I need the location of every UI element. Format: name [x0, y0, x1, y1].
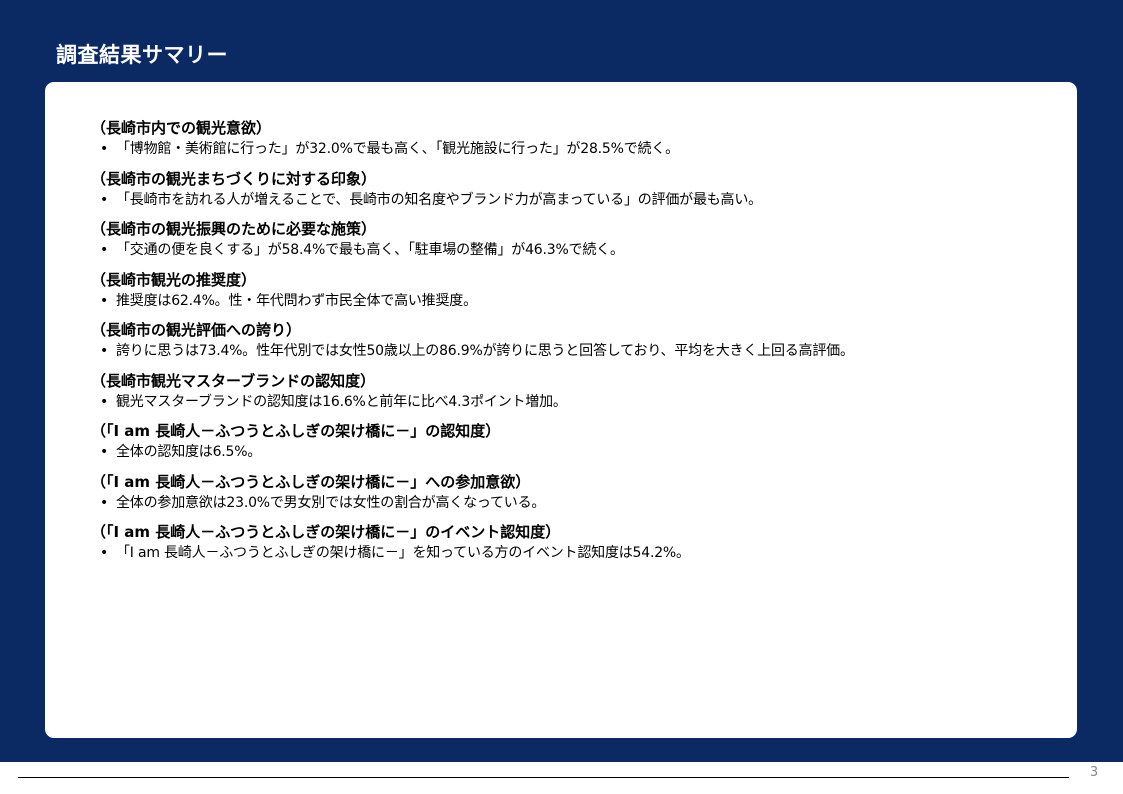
section-bullet: • 推奨度は62.4%。性・年代問わず市民全体で高い推奨度。: [91, 291, 1051, 311]
section-heading: （「I am 長崎人－ふつうとふしぎの架け橋に－」への参加意欲）: [91, 472, 531, 491]
summary-section-list: （長崎市内での観光意欲） • 「博物館・美術館に行った」が32.0%で最も高く、「…: [91, 117, 1051, 572]
section-bullet-text: 観光マスターブランドの認知度は16.6%と前年に比べ4.3ポイント増加。: [116, 393, 567, 410]
bullet-icon: •: [100, 494, 109, 511]
summary-section: （「I am 長崎人－ふつうとふしぎの架け橋に－」のイベント認知度） • 「I a…: [91, 521, 1051, 572]
section-bullet-text: 全体の認知度は6.5%。: [116, 444, 262, 460]
section-heading: （長崎市の観光振興のために必要な施策）: [91, 220, 377, 238]
summary-panel: （長崎市内での観光意欲） • 「博物館・美術館に行った」が32.0%で最も高く、「…: [45, 82, 1077, 738]
section-heading: （長崎市観光マスターブランドの認知度）: [91, 371, 376, 390]
section-heading: （長崎市の観光まちづくりに対する印象）: [91, 169, 377, 188]
section-bullet: • 全体の認知度は6.5%。: [91, 442, 1051, 462]
summary-section: （長崎市内での観光意欲） • 「博物館・美術館に行った」が32.0%で最も高く、「…: [91, 117, 1051, 168]
summary-section: （「I am 長崎人－ふつうとふしぎの架け橋に－」への参加意欲） • 全体の参加意…: [91, 471, 1051, 522]
bullet-icon: •: [100, 393, 109, 410]
section-bullet: • 「交通の便を良くする」が58.4%で最も高く、「駐車場の整備」が46.3%で続…: [91, 240, 1051, 260]
summary-section: （長崎市観光マスターブランドの認知度） • 観光マスターブランドの認知度は16.6…: [91, 370, 1051, 421]
page-number: 3: [1089, 765, 1099, 780]
section-heading: （「I am 長崎人－ふつうとふしぎの架け橋に－」の認知度）: [91, 422, 501, 440]
section-heading: （「I am 長崎人－ふつうとふしぎの架け橋に－」のイベント認知度）: [91, 523, 561, 541]
section-bullet-text: 全体の参加意欲は23.0%で男女別では女性の割合が高くなっている。: [116, 494, 546, 511]
footer-divider: [18, 777, 1069, 778]
section-bullet: • 「長崎市を訪れる人が増えることで、長崎市の知名度やブランド力が高まっている」の…: [91, 190, 1051, 210]
summary-section: （長崎市の観光振興のために必要な施策） • 「交通の便を良くする」が58.4%で最…: [91, 218, 1051, 269]
section-bullet-text: 「I am 長崎人－ふつうとふしぎの架け橋に－」を知っている方のイベント認知度は…: [116, 545, 690, 561]
bullet-icon: •: [100, 141, 109, 157]
section-heading: （長崎市内での観光意欲）: [91, 119, 272, 137]
section-heading: （長崎市観光の推奨度）: [91, 270, 257, 289]
section-bullet: • 「I am 長崎人－ふつうとふしぎの架け橋に－」を知っている方のイベント認知度…: [91, 543, 1051, 563]
bullet-icon: •: [100, 191, 109, 208]
section-bullet-text: 推奨度は62.4%。性・年代問わず市民全体で高い推奨度。: [116, 292, 477, 309]
summary-section: （長崎市観光の推奨度） • 推奨度は62.4%。性・年代問わず市民全体で高い推奨度…: [91, 269, 1051, 320]
section-bullet-text: 誇りに思うは73.4%。性年代別では女性50歳以上の86.9%が誇りに思うと回答…: [116, 343, 854, 359]
section-bullet: • 全体の参加意欲は23.0%で男女別では女性の割合が高くなっている。: [91, 493, 1051, 513]
section-bullet-text: 「長崎市を訪れる人が増えることで、長崎市の知名度やブランド力が高まっている」の評…: [116, 191, 762, 208]
slide-title: 調査結果サマリー: [56, 43, 228, 67]
bullet-icon: •: [100, 444, 109, 460]
section-bullet: • 観光マスターブランドの認知度は16.6%と前年に比べ4.3ポイント増加。: [91, 392, 1051, 412]
bullet-icon: •: [100, 343, 109, 359]
bullet-icon: •: [100, 545, 109, 561]
section-bullet: • 誇りに思うは73.4%。性年代別では女性50歳以上の86.9%が誇りに思うと回…: [91, 341, 1051, 361]
section-bullet: • 「博物館・美術館に行った」が32.0%で最も高く、「観光施設に行った」が28.…: [91, 139, 1051, 159]
summary-section: （長崎市の観光評価への誇り） • 誇りに思うは73.4%。性年代別では女性50歳以…: [91, 319, 1051, 370]
summary-section: （「I am 長崎人－ふつうとふしぎの架け橋に－」の認知度） • 全体の認知度は6…: [91, 420, 1051, 471]
section-heading: （長崎市の観光評価への誇り）: [91, 321, 302, 339]
section-bullet-text: 「博物館・美術館に行った」が32.0%で最も高く、「観光施設に行った」が28.5…: [116, 141, 679, 157]
bullet-icon: •: [100, 242, 109, 258]
summary-section: （長崎市の観光まちづくりに対する印象） • 「長崎市を訪れる人が増えることで、長崎…: [91, 168, 1051, 219]
bullet-icon: •: [100, 292, 109, 309]
section-bullet-text: 「交通の便を良くする」が58.4%で最も高く、「駐車場の整備」が46.3%で続く…: [116, 242, 624, 258]
